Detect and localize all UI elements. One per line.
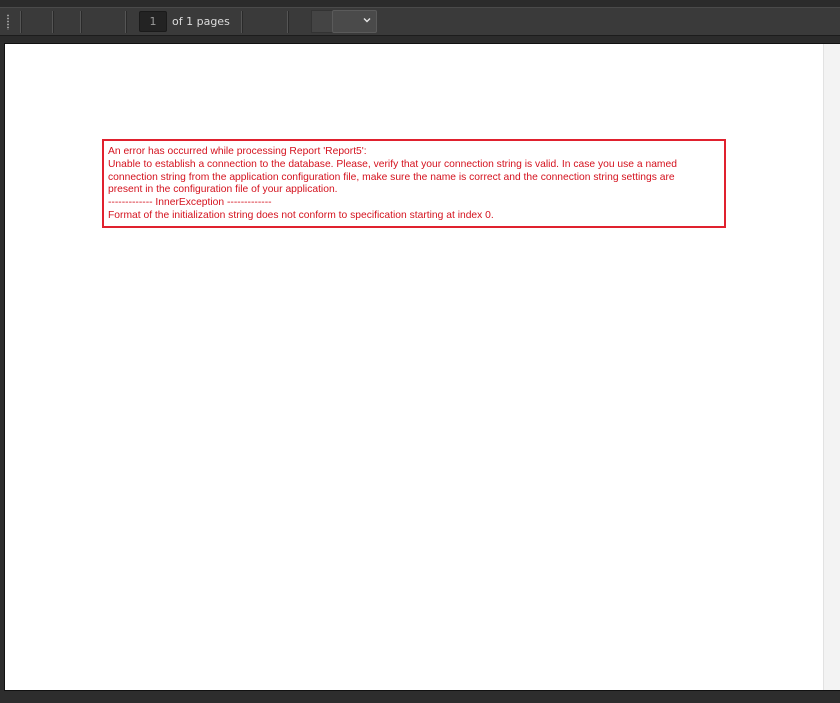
toolbar-separator <box>20 11 22 33</box>
navigation-button[interactable] <box>84 11 122 33</box>
page-number-input[interactable] <box>139 11 167 32</box>
error-line: An error has occurred while processing R… <box>108 146 367 157</box>
vertical-scrollbar[interactable] <box>823 44 840 690</box>
toolbar-separator <box>125 11 127 33</box>
previous-page-button[interactable] <box>56 11 78 33</box>
toolbar-strip: of 1 pages <box>0 7 840 36</box>
error-line: connection string from the application c… <box>108 171 675 183</box>
grip-icon[interactable] <box>6 14 10 30</box>
toolbar-separator <box>80 11 82 33</box>
page-count-label: of 1 pages <box>172 15 230 28</box>
report-toolbar: of 1 pages <box>0 0 840 42</box>
error-line: present in the configuration file of you… <box>108 184 338 196</box>
last-page-button[interactable] <box>291 11 309 33</box>
report-error-message: An error has occurred while processing R… <box>102 139 726 228</box>
toolbar-separator <box>241 11 243 33</box>
first-page-button[interactable] <box>24 11 50 33</box>
viewer-bottom-border <box>0 691 840 703</box>
error-line: Unable to establish a connection to the … <box>108 158 677 170</box>
toolbar-separator <box>287 11 289 33</box>
error-line: ------------- InnerException -----------… <box>108 197 272 209</box>
toolbar-separator <box>52 11 54 33</box>
report-viewer: An error has occurred while processing R… <box>4 43 840 691</box>
export-format-dropdown[interactable] <box>332 10 377 33</box>
chevron-down-icon <box>363 18 371 23</box>
next-page-button[interactable] <box>245 11 285 33</box>
error-line: Format of the initialization string does… <box>108 209 494 221</box>
export-button[interactable] <box>311 10 333 33</box>
